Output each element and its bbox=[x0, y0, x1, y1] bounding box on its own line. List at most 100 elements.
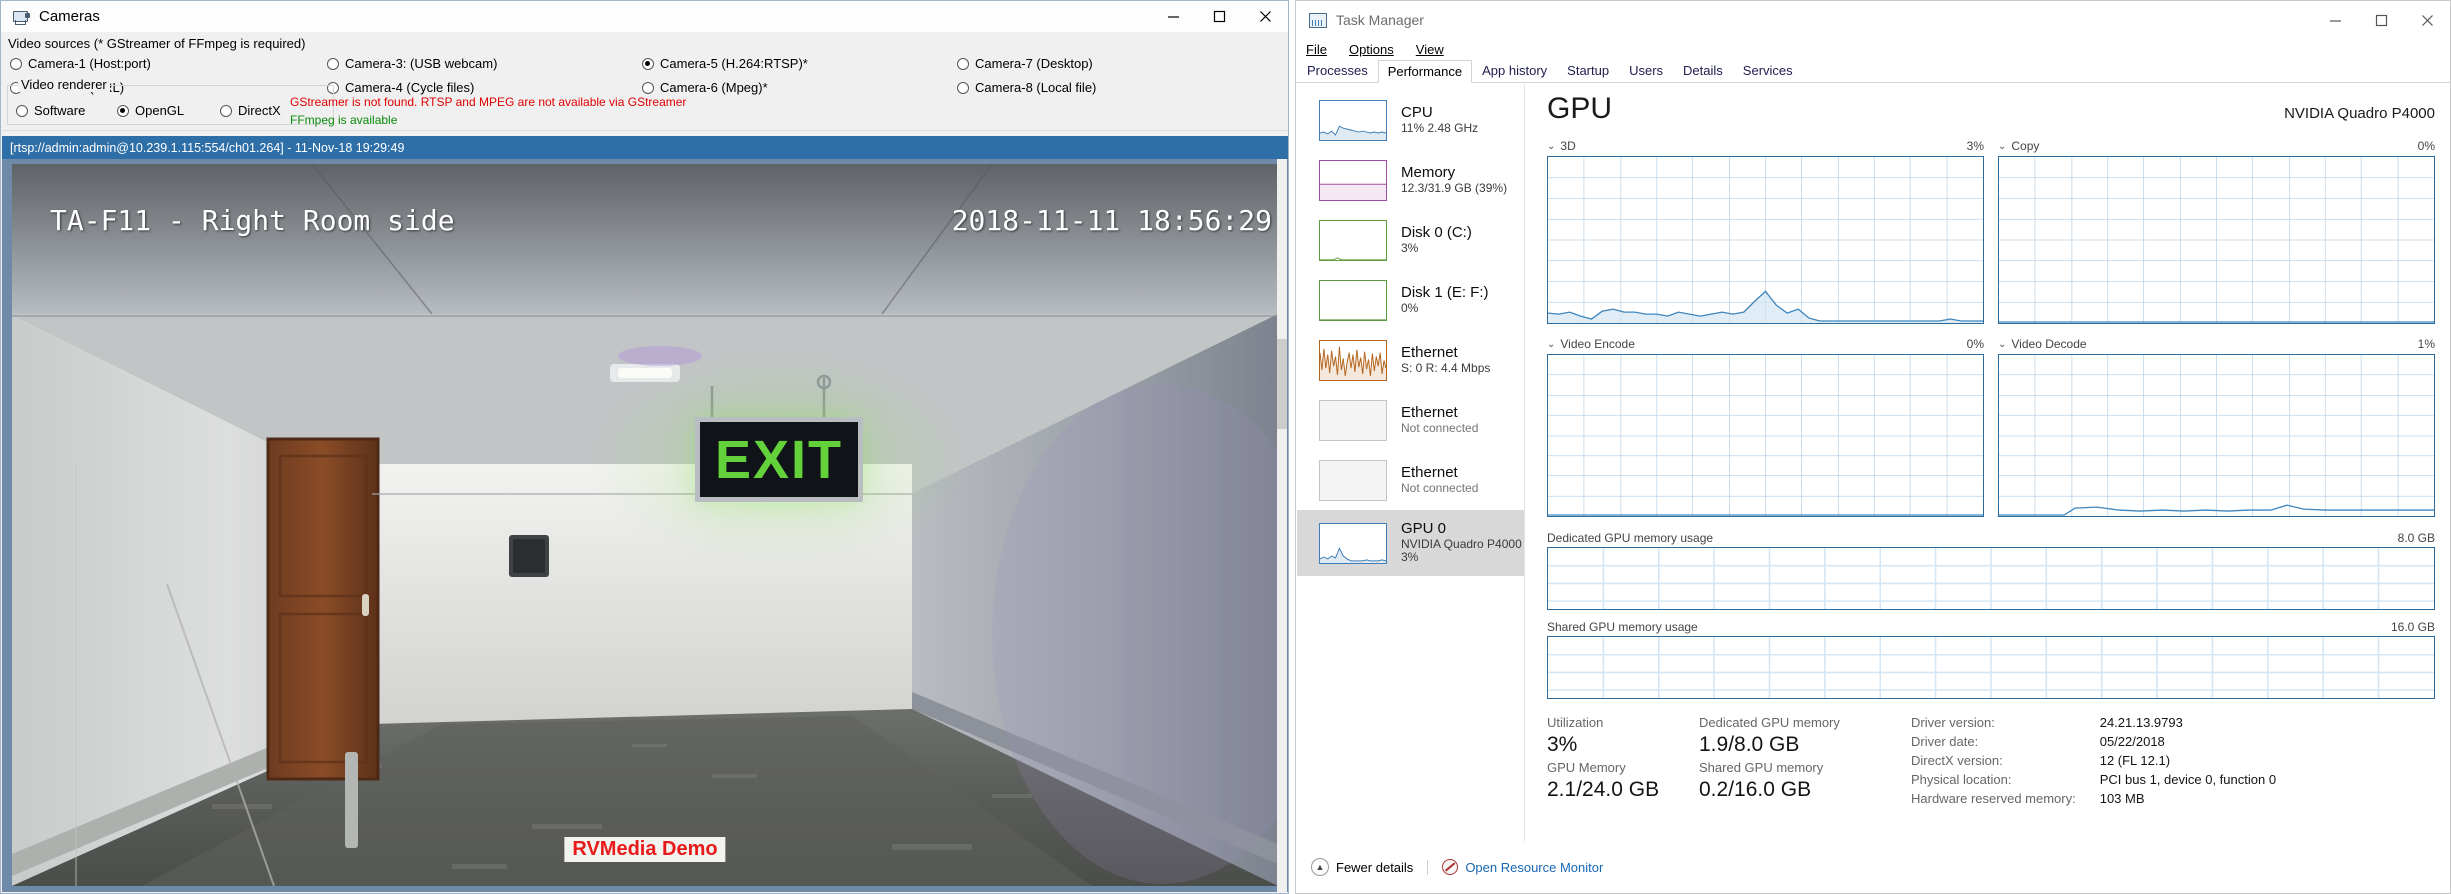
tab-startup[interactable]: Startup bbox=[1557, 59, 1619, 82]
scrollbar-thumb[interactable] bbox=[1277, 339, 1287, 429]
sidebar-item-disk-1[interactable]: Disk 1 (E: F:) 0% bbox=[1297, 270, 1524, 330]
task-manager-menu-bar: File Options View bbox=[1296, 39, 2450, 60]
radio-label: DirectX bbox=[238, 103, 281, 118]
video-scrollbar[interactable] bbox=[1277, 159, 1287, 892]
close-icon[interactable] bbox=[2404, 1, 2450, 39]
sidebar-item-name: Disk 1 (E: F:) bbox=[1401, 283, 1489, 301]
radio-circle-icon bbox=[642, 81, 654, 94]
stat-key: Utilization bbox=[1547, 715, 1604, 730]
tab-app-history[interactable]: App history bbox=[1472, 59, 1557, 82]
sidebar-item-ethernet-active[interactable]: Ethernet S: 0 R: 4.4 Mbps bbox=[1297, 330, 1524, 390]
gpu-graph-row-1: ⌄ 3D 3% ⌄ Copy 0% bbox=[1547, 138, 2435, 324]
minimize-icon[interactable] bbox=[2312, 1, 2358, 39]
cameras-window-buttons bbox=[1150, 1, 1288, 32]
shared-memory-graph bbox=[1547, 636, 2435, 699]
radio-camera-8[interactable]: Camera-8 (Local file) bbox=[957, 80, 1096, 95]
sidebar-item-sub: 0% bbox=[1401, 300, 1419, 315]
radio-circle-selected-icon bbox=[642, 57, 654, 70]
memory-thumbnail-graph bbox=[1319, 159, 1387, 201]
graph-value: 3% bbox=[1966, 139, 1984, 153]
sidebar-item-sub: S: 0 R: 4.4 Mbps bbox=[1401, 360, 1491, 375]
radio-camera-7[interactable]: Camera-7 (Desktop) bbox=[957, 56, 1093, 71]
tab-processes[interactable]: Processes bbox=[1297, 59, 1378, 82]
dedicated-memory-label: Dedicated GPU memory usage bbox=[1547, 531, 1714, 545]
radio-renderer-directx[interactable]: DirectX bbox=[220, 103, 281, 118]
radio-camera-3[interactable]: Camera-3: (USB webcam) bbox=[327, 56, 497, 71]
sidebar-item-ethernet-disconnected-2[interactable]: Ethernet Not connected bbox=[1297, 450, 1524, 510]
exit-sign-text: EXIT bbox=[714, 429, 844, 490]
gpu-performance-panel: GPU NVIDIA Quadro P4000 ⌄ 3D 3% ⌄ Copy 0… bbox=[1525, 84, 2449, 841]
radio-label: Camera-8 (Local file) bbox=[975, 80, 1097, 95]
radio-camera-1[interactable]: Camera-1 (Host:port) bbox=[10, 56, 151, 71]
tab-services[interactable]: Services bbox=[1733, 59, 1803, 82]
info-key: Driver version: bbox=[1911, 715, 1995, 730]
graph-copy bbox=[1998, 156, 2435, 324]
dedicated-memory-graph bbox=[1547, 547, 2435, 610]
graph-video-decode bbox=[1998, 354, 2435, 517]
ethernet-disconnected-thumbnail bbox=[1319, 399, 1387, 441]
disk1-thumbnail-graph bbox=[1319, 279, 1387, 321]
sidebar-item-cpu[interactable]: CPU 11% 2.48 GHz bbox=[1297, 90, 1524, 150]
graph-value: 1% bbox=[2417, 337, 2435, 351]
task-manager-icon bbox=[1309, 12, 1327, 28]
chevron-down-icon[interactable]: ⌄ bbox=[1998, 339, 2006, 350]
radio-camera-5[interactable]: Camera-5 (H.264:RTSP)* bbox=[642, 56, 808, 71]
gpu-thumbnail-graph bbox=[1319, 522, 1387, 564]
menu-item-file[interactable]: File bbox=[1306, 42, 1327, 57]
stat-group-middle: Dedicated GPU memory 1.9/8.0 GB Shared G… bbox=[1699, 713, 1889, 808]
maximize-icon[interactable] bbox=[2358, 1, 2404, 39]
dedicated-memory-section: Dedicated GPU memory usage 8.0 GB bbox=[1547, 531, 2435, 610]
video-frame[interactable]: EXIT TA-F11 - Right Room side 2018-11-11… bbox=[12, 164, 1278, 886]
stat-value: 2.1/24.0 GB bbox=[1547, 778, 1660, 801]
video-renderer-group: Video renderer Software OpenGL DirectX bbox=[7, 77, 334, 125]
chevron-down-icon[interactable]: ⌄ bbox=[1547, 339, 1555, 350]
fewer-details-button[interactable]: Fewer details bbox=[1336, 860, 1413, 875]
page-title: GPU bbox=[1547, 92, 1613, 125]
dedicated-memory-max: 8.0 GB bbox=[2397, 531, 2435, 545]
video-viewport[interactable]: EXIT TA-F11 - Right Room side 2018-11-11… bbox=[2, 159, 1288, 892]
ffmpeg-status-message: FFmpeg is available bbox=[290, 113, 398, 127]
menu-item-options[interactable]: Options bbox=[1349, 42, 1394, 57]
chevron-up-icon[interactable]: ▲ bbox=[1311, 858, 1329, 876]
radio-renderer-opengl[interactable]: OpenGL bbox=[117, 103, 184, 118]
radio-circle-selected-icon bbox=[117, 104, 129, 117]
tab-users[interactable]: Users bbox=[1619, 59, 1673, 82]
chevron-down-icon[interactable]: ⌄ bbox=[1998, 141, 2006, 152]
minimize-icon[interactable] bbox=[1150, 1, 1196, 32]
graph-cell-video-decode: ⌄ Video Decode 1% bbox=[1998, 336, 2435, 517]
tab-performance[interactable]: Performance bbox=[1377, 60, 1473, 83]
tab-details[interactable]: Details bbox=[1673, 59, 1733, 82]
radio-circle-icon bbox=[10, 57, 22, 70]
sidebar-item-name: Memory bbox=[1401, 163, 1456, 181]
video-renderer-label: Video renderer bbox=[18, 77, 110, 92]
sidebar-item-name: Disk 0 (C:) bbox=[1401, 223, 1472, 241]
radio-renderer-software[interactable]: Software bbox=[16, 103, 85, 118]
maximize-icon[interactable] bbox=[1196, 1, 1242, 32]
video-overlay-camera-name: TA-F11 - Right Room side bbox=[50, 204, 455, 237]
camera-icon bbox=[12, 9, 32, 25]
video-watermark: RVMedia Demo bbox=[564, 837, 726, 862]
graph-label-copy: ⌄ Copy 0% bbox=[1998, 138, 2435, 154]
video-overlay-timestamp: 2018-11-11 18:56:29 bbox=[951, 204, 1272, 237]
sidebar-item-memory[interactable]: Memory 12.3/31.9 GB (39%) bbox=[1297, 150, 1524, 210]
camera-scene-image bbox=[12, 164, 1278, 886]
radio-camera-4[interactable]: Camera-4 (Cycle files) bbox=[327, 80, 474, 95]
stat-key: Shared GPU memory bbox=[1699, 760, 1824, 775]
sidebar-item-sub: Not connected bbox=[1401, 420, 1479, 435]
sidebar-item-text: Disk 0 (C:) 3% bbox=[1401, 223, 1472, 255]
open-resource-monitor-link[interactable]: Open Resource Monitor bbox=[1465, 860, 1603, 875]
stat-value: 0.2/16.0 GB bbox=[1699, 778, 1812, 801]
sidebar-item-gpu-0[interactable]: GPU 0 NVIDIA Quadro P4000 3% bbox=[1297, 510, 1524, 576]
task-manager-body: CPU 11% 2.48 GHz Memory 12.3/31.9 GB (39… bbox=[1297, 84, 2449, 841]
sidebar-item-disk-0[interactable]: Disk 0 (C:) 3% bbox=[1297, 210, 1524, 270]
chevron-down-icon[interactable]: ⌄ bbox=[1547, 141, 1555, 152]
camera-status-text: [rtsp://admin:admin@10.239.1.115:554/ch0… bbox=[10, 140, 405, 155]
info-value: 05/22/2018 bbox=[2099, 734, 2165, 749]
radio-camera-6[interactable]: Camera-6 (Mpeg)* bbox=[642, 80, 768, 95]
ethernet-disconnected-thumbnail bbox=[1319, 459, 1387, 501]
menu-item-view[interactable]: View bbox=[1416, 42, 1444, 57]
sidebar-item-ethernet-disconnected-1[interactable]: Ethernet Not connected bbox=[1297, 390, 1524, 450]
radio-label: Camera-4 (Cycle files) bbox=[345, 80, 475, 95]
close-icon[interactable] bbox=[1242, 1, 1288, 32]
stat-value: 3% bbox=[1547, 733, 1578, 756]
